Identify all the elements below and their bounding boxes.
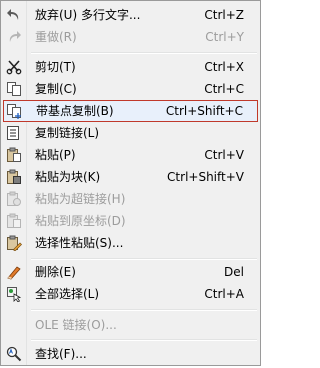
menu-item-paste-special[interactable]: 选择性粘贴(S)... bbox=[3, 232, 258, 254]
menu-separator bbox=[31, 258, 257, 260]
menu-item-label: 选择性粘贴(S)... bbox=[35, 236, 124, 250]
menu-item-shortcut: Ctrl+Z bbox=[204, 8, 244, 22]
menu-item-label: 粘贴到原坐标(D) bbox=[35, 214, 126, 228]
menu-item-ole-links[interactable]: OLE 链接(O)... bbox=[3, 314, 258, 336]
menu-item-label: 复制链接(L) bbox=[35, 126, 100, 140]
paste-hyperlink-icon bbox=[7, 191, 21, 206]
paste-icon bbox=[7, 147, 21, 162]
eraser-icon bbox=[7, 266, 21, 280]
paste-special-icon bbox=[7, 235, 22, 251]
edit-context-menu: 放弃(U) 多行文字... Ctrl+Z 重做(R) Ctrl+Y 剪切(T) … bbox=[0, 0, 261, 366]
menu-item-shortcut: Ctrl+C bbox=[204, 82, 244, 96]
find-abc-icon bbox=[6, 346, 22, 362]
menu-item-find[interactable]: 查找(F)... bbox=[3, 343, 258, 365]
menu-item-copy[interactable]: 复制(C) Ctrl+C bbox=[3, 78, 258, 100]
select-all-icon bbox=[7, 287, 22, 302]
copy-icon bbox=[7, 82, 21, 96]
copy-basepoint-icon bbox=[7, 104, 21, 119]
menu-separator bbox=[31, 309, 257, 311]
menu-item-label: 带基点复制(B) bbox=[36, 104, 114, 118]
copy-link-icon bbox=[7, 126, 19, 140]
menu-item-redo[interactable]: 重做(R) Ctrl+Y bbox=[3, 26, 258, 48]
menu-item-label: 粘贴(P) bbox=[35, 148, 76, 162]
menu-item-shortcut: Ctrl+V bbox=[204, 148, 244, 162]
menu-item-label: 粘贴为超链接(H) bbox=[35, 192, 126, 206]
menu-item-label: 查找(F)... bbox=[35, 347, 87, 361]
menu-item-shortcut: Ctrl+X bbox=[204, 60, 244, 74]
menu-item-copy-link[interactable]: 复制链接(L) bbox=[3, 122, 258, 144]
menu-item-paste-as-hyperlink[interactable]: 粘贴为超链接(H) bbox=[3, 188, 258, 210]
redo-icon bbox=[9, 31, 21, 42]
menu-separator bbox=[31, 52, 257, 54]
paste-original-coords-icon bbox=[7, 213, 21, 228]
menu-item-shortcut: Ctrl+Y bbox=[205, 30, 244, 44]
menu-item-paste-as-block[interactable]: 粘贴为块(K) Ctrl+Shift+V bbox=[3, 166, 258, 188]
menu-item-paste-to-original-coordinates[interactable]: 粘贴到原坐标(D) bbox=[3, 210, 258, 232]
menu-item-label: 放弃(U) 多行文字... bbox=[35, 8, 141, 22]
menu-item-label: 重做(R) bbox=[35, 30, 77, 44]
menu-item-label: OLE 链接(O)... bbox=[35, 318, 117, 332]
menu-item-shortcut: Del bbox=[224, 265, 244, 279]
menu-item-cut[interactable]: 剪切(T) Ctrl+X bbox=[3, 56, 258, 78]
paste-block-icon bbox=[7, 169, 21, 184]
menu-item-paste[interactable]: 粘贴(P) Ctrl+V bbox=[3, 144, 258, 166]
menu-item-shortcut: Ctrl+Shift+C bbox=[165, 104, 243, 118]
menu-item-label: 粘贴为块(K) bbox=[35, 170, 101, 184]
menu-item-select-all[interactable]: 全部选择(L) Ctrl+A bbox=[3, 283, 258, 305]
menu-item-shortcut: Ctrl+A bbox=[204, 287, 244, 301]
menu-item-label: 删除(E) bbox=[35, 265, 76, 279]
scissors-icon bbox=[6, 60, 22, 75]
menu-item-delete[interactable]: 删除(E) Del bbox=[3, 261, 258, 283]
menu-item-label: 剪切(T) bbox=[35, 60, 76, 74]
menu-item-copy-with-basepoint[interactable]: 带基点复制(B) Ctrl+Shift+C bbox=[3, 100, 258, 122]
menu-item-shortcut: Ctrl+Shift+V bbox=[167, 170, 244, 184]
menu-item-label: 全部选择(L) bbox=[35, 287, 100, 301]
menu-separator bbox=[31, 339, 257, 341]
menu-item-label: 复制(C) bbox=[35, 82, 77, 96]
menu-item-undo[interactable]: 放弃(U) 多行文字... Ctrl+Z bbox=[3, 4, 258, 26]
undo-icon bbox=[7, 9, 19, 20]
